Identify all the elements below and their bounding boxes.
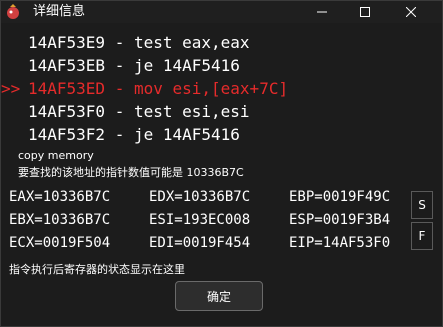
asm-text: 14AF53EB - je 14AF5416 xyxy=(28,56,240,75)
asm-line: 14AF53E9 - test eax,eax xyxy=(1,31,250,55)
pointer-hint: 要查找的该地址的指针数值可能是 10336B7C xyxy=(18,166,244,179)
register-edi[interactable]: EDI=0019F454 xyxy=(149,233,250,253)
minimize-button[interactable] xyxy=(302,1,342,23)
register-eax[interactable]: EAX=10336B7C xyxy=(9,187,110,207)
window-title: 详细信息 xyxy=(33,4,86,19)
register-esp[interactable]: ESP=0019F3B4 xyxy=(289,210,390,230)
register-eip[interactable]: EIP=14AF53F0 xyxy=(289,233,390,253)
asm-text: 14AF53F2 - je 14AF5416 xyxy=(28,125,240,144)
ok-button[interactable]: 确定 xyxy=(175,281,263,311)
register-ebp[interactable]: EBP=0019F49C xyxy=(289,187,390,207)
maximize-button[interactable] xyxy=(345,1,385,23)
asm-line: 14AF53F2 - je 14AF5416 xyxy=(1,123,240,147)
app-icon xyxy=(5,4,21,20)
register-panel: EAX=10336B7C EDX=10336B7C EBP=0019F49C E… xyxy=(1,185,411,257)
details-window: 详细信息 14AF53E9 - test eax,eax 14AF53EB - … xyxy=(0,0,443,327)
asm-text: 14AF53F0 - test esi,esi xyxy=(28,102,250,121)
register-ecx[interactable]: ECX=0019F504 xyxy=(9,233,110,253)
asm-line: 14AF53F0 - test esi,esi xyxy=(1,100,250,124)
asm-line: 14AF53EB - je 14AF5416 xyxy=(1,54,240,78)
close-icon xyxy=(406,7,416,17)
status-text: 指令执行后寄存器的状态显示在这里 xyxy=(9,263,185,276)
register-ebx[interactable]: EBX=10336B7C xyxy=(9,210,110,230)
asm-text: 14AF53ED - mov esi,[eax+7C] xyxy=(28,79,289,98)
f-button[interactable]: F xyxy=(411,222,433,250)
s-button[interactable]: S xyxy=(411,191,433,219)
register-esi[interactable]: ESI=193EC008 xyxy=(149,210,250,230)
title-bar[interactable]: 详细信息 xyxy=(1,1,442,23)
copy-memory-label: copy memory xyxy=(18,149,94,162)
minimize-icon xyxy=(317,11,327,13)
asm-line-current: >> 14AF53ED - mov esi,[eax+7C] xyxy=(1,77,288,101)
current-line-marker: >> xyxy=(1,79,21,98)
close-button[interactable] xyxy=(391,1,431,23)
register-edx[interactable]: EDX=10336B7C xyxy=(149,187,250,207)
maximize-icon xyxy=(360,7,370,17)
asm-text: 14AF53E9 - test eax,eax xyxy=(28,33,250,52)
